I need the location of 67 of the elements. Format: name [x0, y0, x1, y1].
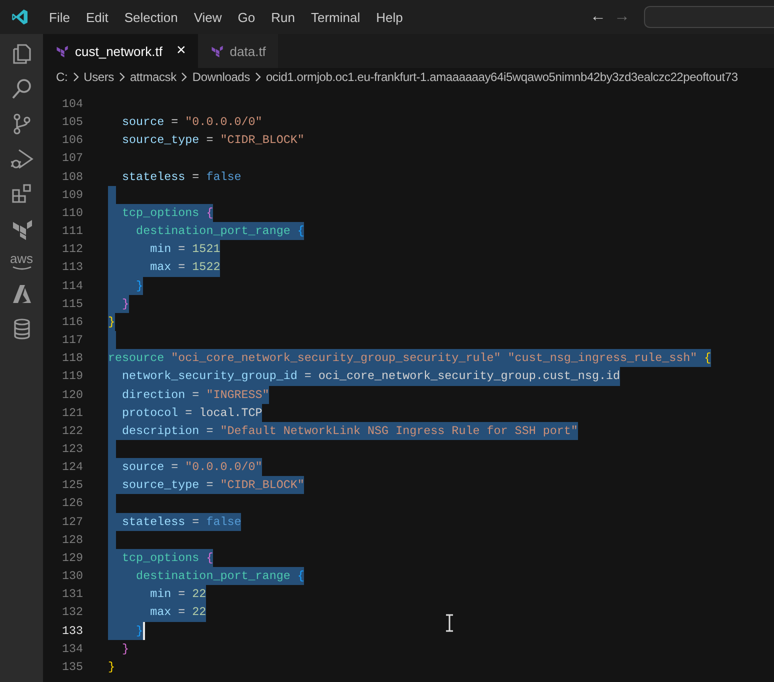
code-line: source_type = "CIDR_BLOCK" — [121, 132, 304, 150]
breadcrumb-item[interactable]: ocid1.ormjob.oc1.eu-frankfurt-1.amaaaaaay64i5wqawo5nimnb42by3zd3ealczc22peoftout73 — [266, 70, 738, 84]
aws-logo[interactable]: aws — [10, 252, 34, 271]
chevron-icon — [116, 72, 127, 82]
menu-item[interactable]: Go — [230, 10, 264, 24]
breadcrumb-item[interactable]: Users — [84, 70, 114, 84]
line-number: 107 — [60, 150, 83, 168]
search-field[interactable] — [644, 6, 774, 28]
cube-logo-icon — [210, 44, 224, 58]
search-icon[interactable] — [10, 77, 34, 101]
line-number: 126 — [60, 495, 83, 512]
line-number: 135 — [60, 658, 83, 676]
chevron-icon — [70, 72, 81, 82]
line-number: 130 — [60, 568, 83, 586]
back-button[interactable]: ← — [586, 8, 610, 26]
menu-item[interactable]: View — [186, 10, 230, 24]
app-logo-icon[interactable] — [11, 8, 29, 26]
line-number: 110 — [60, 204, 83, 222]
editor-tab[interactable]: data.tf — [198, 34, 278, 68]
close-icon[interactable]: × — [176, 42, 186, 60]
breadcrumb-item[interactable]: attmacsk — [130, 70, 176, 84]
menu-item[interactable]: Help — [368, 10, 411, 24]
menu-item[interactable]: Edit — [78, 10, 116, 24]
text-cursor-icon — [445, 614, 454, 632]
line-number: 115 — [60, 296, 83, 313]
chevron-icon — [179, 72, 190, 82]
line-number: 111 — [60, 223, 83, 240]
menu-item[interactable]: Run — [263, 10, 303, 24]
line-number: 123 — [60, 440, 83, 458]
line-number: 104 — [60, 96, 83, 113]
line-number: 112 — [60, 241, 83, 258]
editor-tab[interactable]: cust_network.tf × — [43, 34, 198, 68]
menu-item[interactable]: File — [41, 10, 78, 24]
line-number: 131 — [60, 586, 83, 604]
breadcrumb-item[interactable]: Downloads — [192, 70, 250, 84]
code-line: } — [121, 640, 130, 658]
line-number: 134 — [60, 640, 83, 658]
menu-item[interactable]: Terminal — [303, 10, 368, 24]
line-number: 109 — [60, 186, 83, 204]
line-number: 105 — [60, 114, 83, 132]
line-number: 117 — [60, 332, 83, 350]
line-number: 133 — [60, 622, 83, 640]
menu-item[interactable]: Selection — [116, 10, 186, 24]
line-number: 120 — [60, 386, 83, 404]
line-number: 128 — [60, 532, 83, 549]
line-number: 106 — [60, 132, 83, 150]
code-line: stateless = false — [121, 168, 242, 186]
line-number: 124 — [60, 459, 83, 476]
code-line: } — [108, 658, 116, 676]
code-line: source = "0.0.0.0/0" — [121, 114, 262, 132]
line-number: 125 — [60, 477, 83, 494]
line-number: 129 — [60, 550, 83, 567]
line-number: 121 — [60, 404, 83, 422]
line-number: 108 — [60, 168, 83, 186]
line-number: 114 — [60, 278, 83, 295]
chevron-icon — [252, 72, 263, 82]
line-number: 122 — [60, 422, 83, 440]
line-number: 113 — [60, 259, 83, 276]
play-bug-icon[interactable] — [10, 147, 34, 171]
line-number: 119 — [60, 368, 83, 386]
breadcrumb-item[interactable]: C: — [56, 70, 68, 84]
blocks-icon[interactable] — [10, 182, 34, 206]
line-number: 118 — [60, 350, 83, 368]
cube-logo-icon — [55, 44, 69, 58]
line-number: 132 — [60, 604, 83, 622]
line-number: 127 — [60, 514, 83, 531]
line-number: 116 — [60, 314, 83, 331]
